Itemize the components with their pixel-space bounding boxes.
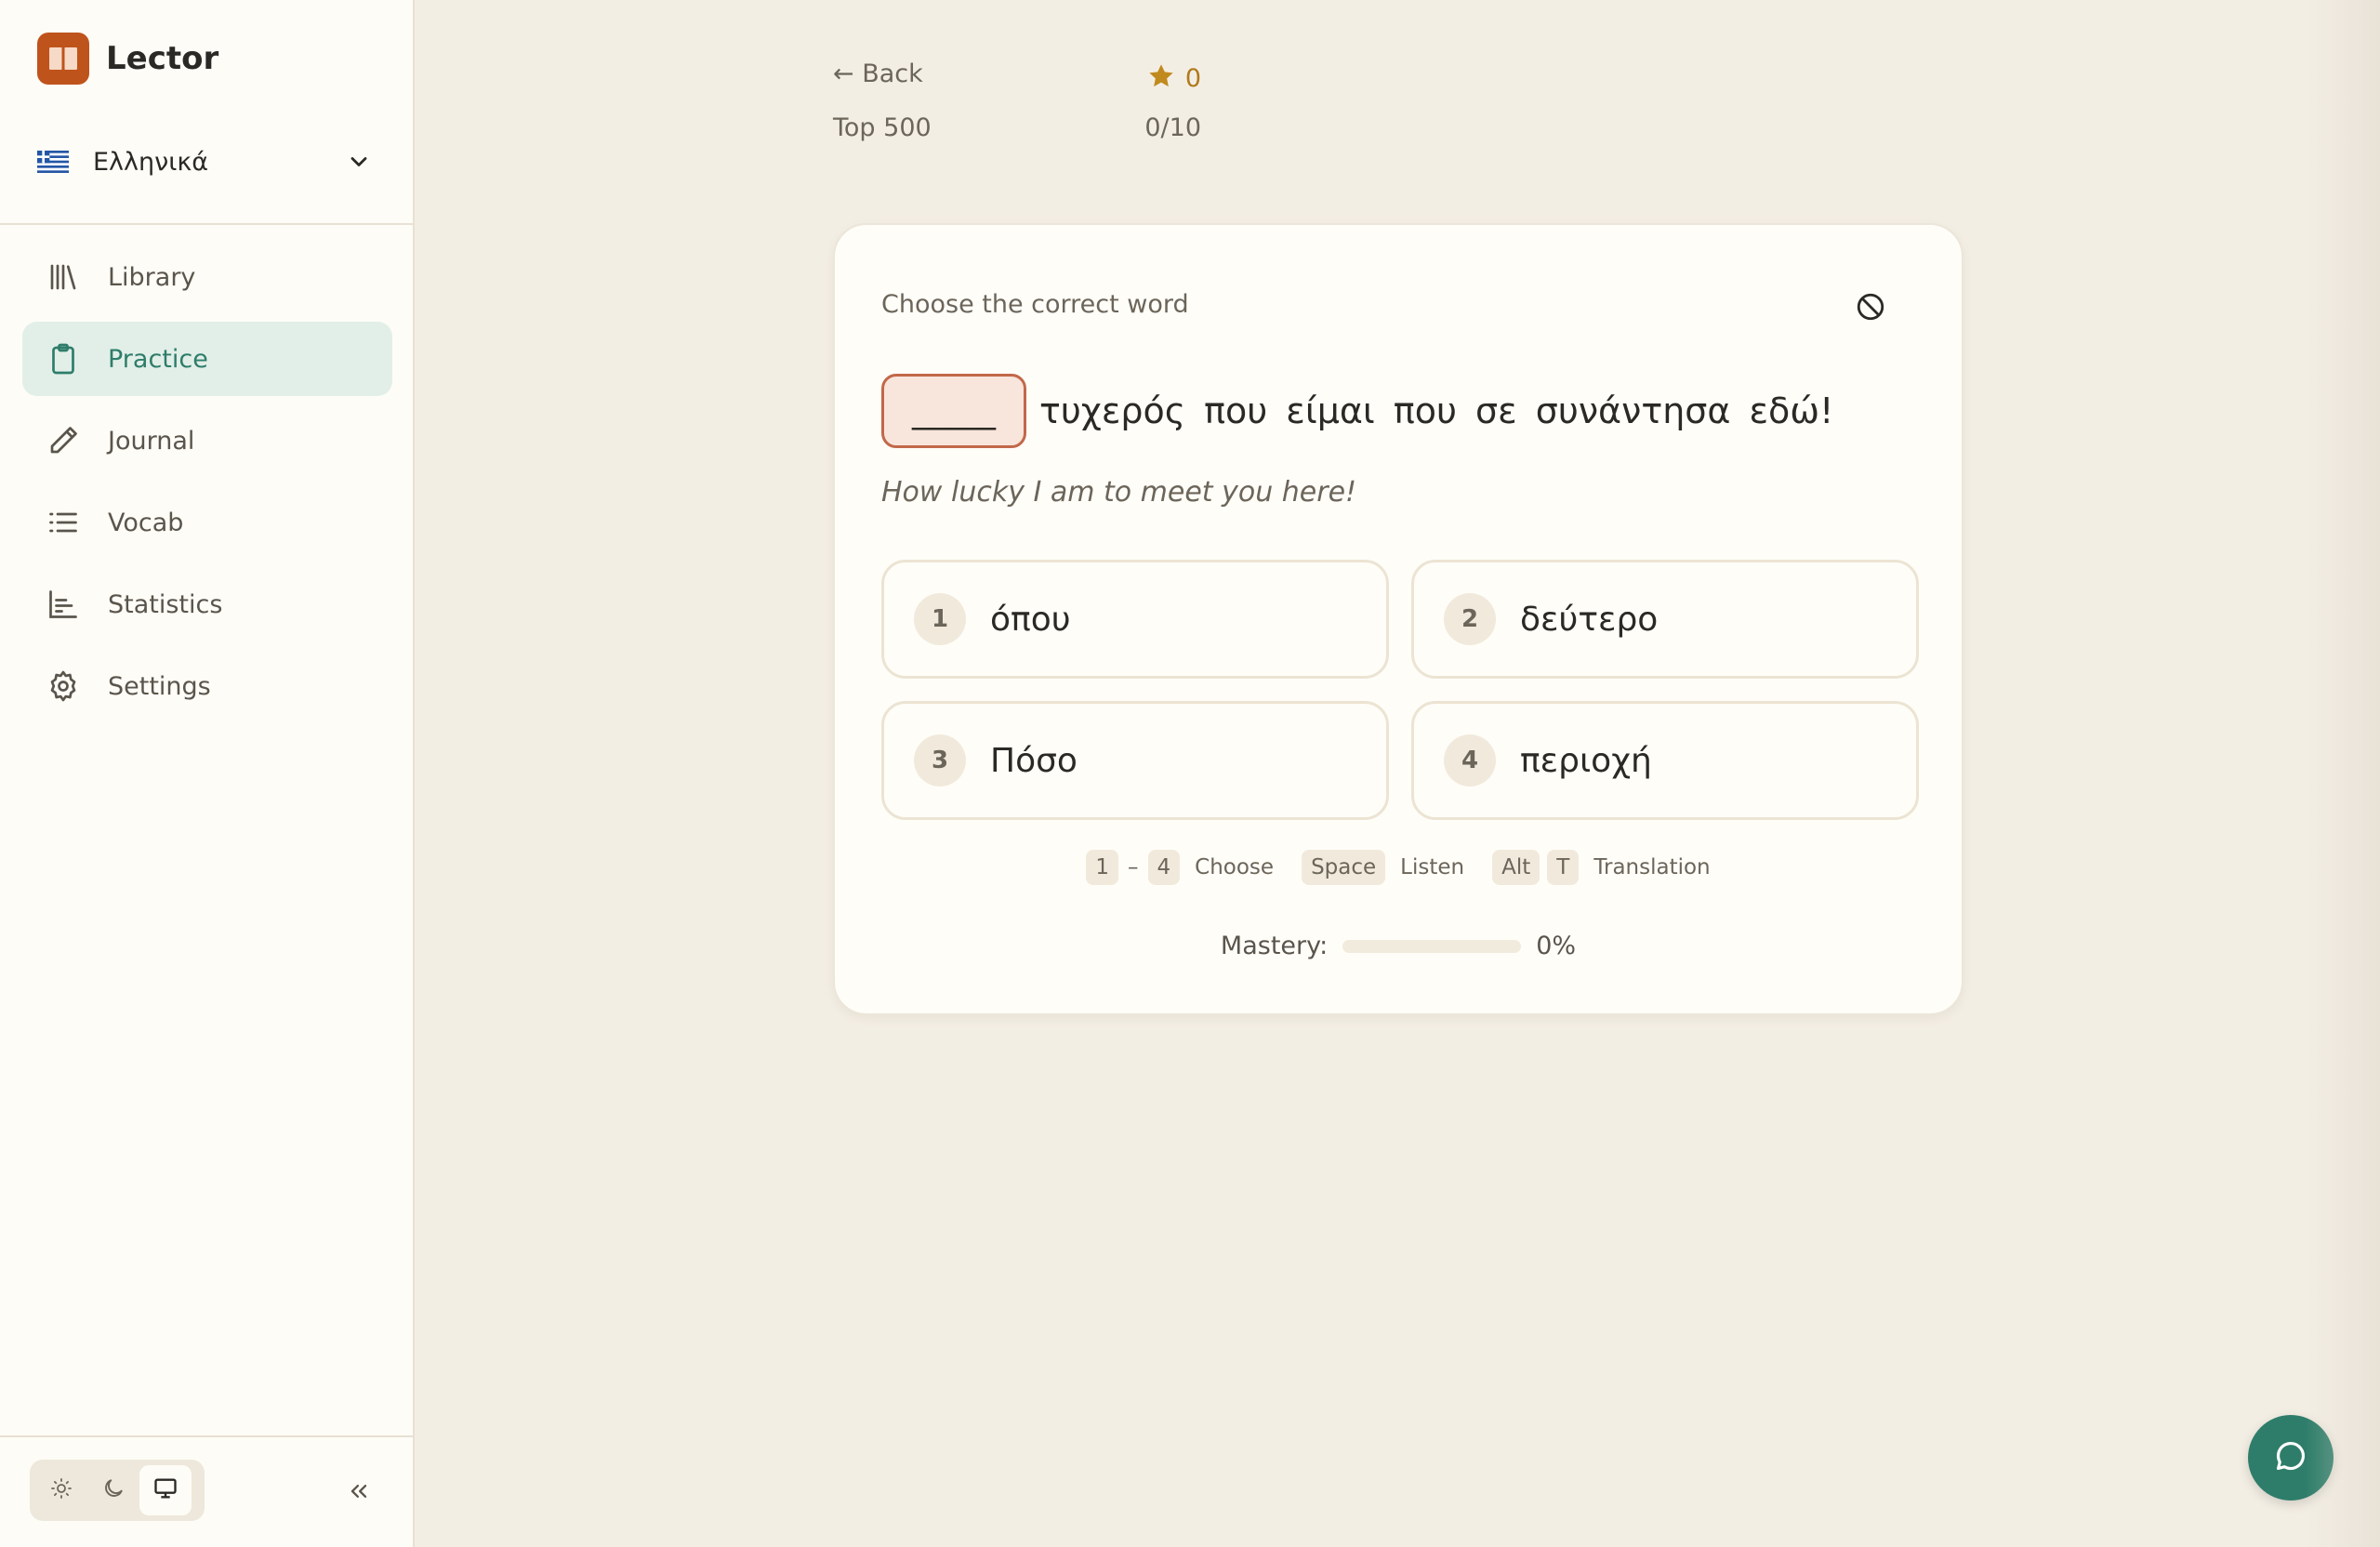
choose-hint-label: Choose [1195, 855, 1275, 879]
option-button-1[interactable]: 1 όπου [881, 560, 1389, 679]
mastery-label: Mastery: [1220, 932, 1329, 960]
streak-counter: 0 [1144, 60, 1201, 97]
listen-hint-label: Listen [1400, 855, 1465, 879]
option-button-4[interactable]: 4 περιοχή [1411, 701, 1919, 820]
gear-icon [45, 668, 82, 705]
skip-button[interactable] [1852, 290, 1889, 327]
mastery-indicator: Mastery: 0% [835, 932, 1962, 960]
sidebar-divider [0, 223, 415, 225]
sidebar-item-statistics[interactable]: Statistics [22, 567, 392, 641]
ban-icon [1855, 291, 1886, 326]
sidebar-item-label: Practice [108, 344, 208, 374]
sidebar-item-practice[interactable]: Practice [22, 322, 392, 396]
option-number: 2 [1444, 593, 1496, 645]
option-word: δεύτερο [1520, 600, 1659, 639]
sidebar-item-settings[interactable]: Settings [22, 649, 392, 723]
keyboard-hints: 1 – 4 Choose Space Listen Alt T Translat… [835, 850, 1962, 885]
sidebar-item-library[interactable]: Library [22, 240, 392, 314]
option-word: όπου [990, 600, 1071, 639]
sidebar-item-label: Library [108, 262, 196, 292]
mastery-value: 0% [1536, 932, 1577, 960]
language-name: Ελληνικά [93, 147, 209, 177]
option-number: 4 [1444, 734, 1496, 787]
star-icon [1146, 61, 1176, 95]
sidebar-item-label: Journal [108, 426, 195, 456]
chat-bubble-icon [2273, 1438, 2308, 1477]
deck-name: Top 500 [833, 113, 932, 142]
bar-chart-icon [45, 586, 82, 623]
back-button[interactable]: ← Back [833, 60, 932, 97]
practice-header-right: 0 0/10 [1144, 60, 1201, 143]
sun-icon [50, 1477, 73, 1503]
option-button-2[interactable]: 2 δεύτερο [1411, 560, 1919, 679]
brand[interactable]: Lector [37, 32, 218, 86]
sidebar-bottom-divider [0, 1435, 415, 1437]
practice-header-left: ← Back Top 500 [833, 60, 932, 142]
moon-icon [101, 1476, 126, 1504]
sentence-translation: How lucky I am to meet you here! [881, 476, 1357, 509]
sentence-text: τυχερός που είμαι που σε συνάντησα εδώ! [1039, 390, 1834, 431]
option-number: 3 [914, 734, 966, 787]
progress-count: 0/10 [1144, 113, 1201, 142]
sidebar-item-label: Vocab [108, 508, 184, 537]
translation-hint-label: Translation [1593, 855, 1711, 879]
monitor-icon [152, 1475, 178, 1505]
cloze-sentence: _____ τυχερός που είμαι που σε συνάντησα… [881, 374, 1833, 448]
streak-count: 0 [1184, 63, 1201, 93]
pencil-icon [45, 422, 82, 459]
theme-switch [30, 1460, 205, 1521]
mastery-bar [1342, 939, 1522, 953]
range-separator: – [1128, 855, 1139, 879]
sidebar: Lector Ελληνικά Library Practice Journal… [0, 0, 415, 1547]
key-4: 4 [1147, 850, 1181, 885]
exercise-prompt: Choose the correct word [881, 290, 1189, 319]
sidebar-item-label: Statistics [108, 589, 223, 619]
option-button-3[interactable]: 3 Πόσο [881, 701, 1389, 820]
sidebar-item-journal[interactable]: Journal [22, 403, 392, 478]
key-space: Space [1302, 850, 1386, 885]
key-1: 1 [1086, 850, 1118, 885]
sidebar-nav: Library Practice Journal Vocab Statistic… [22, 240, 392, 731]
greece-flag-icon [37, 151, 69, 173]
key-t: T [1547, 850, 1580, 885]
system-theme-button[interactable] [139, 1465, 192, 1515]
light-theme-button[interactable] [35, 1465, 87, 1515]
sidebar-item-vocab[interactable]: Vocab [22, 485, 392, 560]
library-icon [45, 258, 82, 296]
language-select[interactable]: Ελληνικά [37, 138, 372, 186]
option-word: περιοχή [1520, 741, 1652, 780]
collapse-sidebar-button[interactable] [338, 1473, 379, 1514]
sidebar-item-label: Settings [108, 671, 211, 701]
chevron-down-icon [346, 149, 372, 178]
answer-blank: _____ [881, 374, 1026, 448]
clipboard-icon [45, 340, 82, 377]
exercise-card: Choose the correct word _____ τυχερός πο… [833, 223, 1964, 1015]
option-number: 1 [914, 593, 966, 645]
key-alt: Alt [1492, 850, 1540, 885]
option-word: Πόσο [990, 741, 1078, 780]
book-icon [37, 33, 89, 85]
right-edge-shadow [2306, 0, 2380, 1547]
app-name: Lector [106, 40, 219, 77]
dark-theme-button[interactable] [87, 1465, 139, 1515]
chevrons-left-icon [346, 1478, 372, 1508]
list-icon [45, 504, 82, 541]
chat-button[interactable] [2248, 1415, 2334, 1501]
